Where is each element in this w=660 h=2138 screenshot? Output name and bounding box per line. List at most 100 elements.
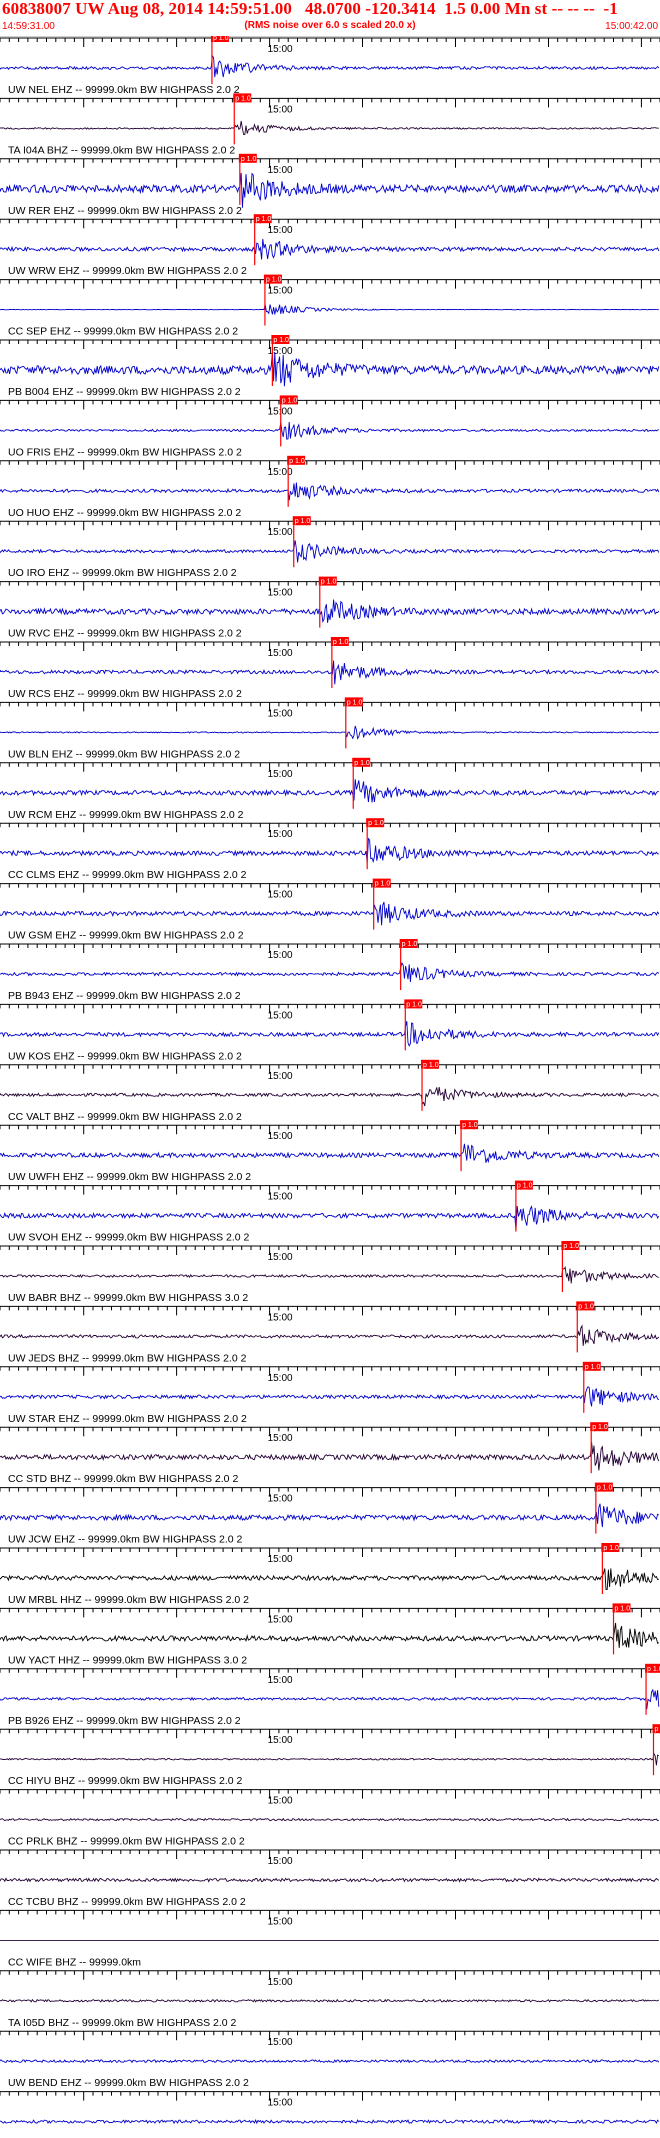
tick-label-1500: 15:00 [268, 1614, 293, 1625]
header-bar: 60838007 UW Aug 08, 2014 14:59:51.00 48.… [0, 0, 660, 37]
station-label: UO IRO EHZ -- 99999.0km BW HIGHPASS 2.0 … [8, 567, 237, 579]
station-label: UW YACT HHZ -- 99999.0km BW HIGHPASS 3.0… [8, 1654, 247, 1666]
trace-row: 15:00 UW NEL EHZ -- 99999.0km BW HIGHPASS… [0, 36, 660, 96]
station-label: UW UWFH EHZ -- 99999.0km BW HIGHPASS 2.0… [8, 1171, 251, 1183]
trace-row: 15:00 UO IRO EHZ -- 99999.0km BW HIGHPASS… [0, 516, 660, 579]
waveform-line [0, 1205, 660, 1231]
pick-label: p 1.0 [333, 639, 349, 646]
station-label: UO FRIS EHZ -- 99999.0km BW HIGHPASS 2.0… [8, 446, 242, 458]
pick-label: p 1.0 [282, 397, 298, 404]
time-ticks [0, 1306, 660, 1316]
waveform-line [0, 54, 660, 78]
time-ticks [0, 1789, 660, 1799]
station-label: UW MRBL HHZ -- 99999.0km BW HIGHPASS 2.0… [8, 1594, 249, 1606]
station-label: CC STD BHZ -- 99999.0km BW HIGHPASS 2.0 … [8, 1473, 238, 1485]
station-label: UW JEDS BHZ -- 99999.0km BW HIGHPASS 2.0… [8, 1352, 247, 1364]
waveform-line [0, 599, 660, 623]
waveform-line [0, 1386, 660, 1407]
pick-label: p 1.0 [615, 1605, 631, 1612]
time-ticks [0, 158, 660, 168]
tick-label-1500: 15:00 [268, 1916, 293, 1927]
waveform-line [0, 1877, 660, 1883]
station-label: CC SEP EHZ -- 99999.0km BW HIGHPASS 2.0 … [8, 326, 238, 338]
trace-row: 15:00 UW STAR EHZ -- 99999.0km BW HIGHPAS… [0, 1361, 660, 1425]
tick-label-1500: 15:00 [268, 346, 293, 357]
time-ticks [0, 1548, 660, 1557]
pick-label: p 1.0 [375, 881, 391, 888]
station-label: UW BABR BHZ -- 99999.0km BW HIGHPASS 3.0… [8, 1292, 248, 1304]
waveform-line [0, 1143, 660, 1164]
trace-row: 15:00 CC TCBU BHZ -- 99999.0km BW HIGHPAS… [0, 1849, 660, 1908]
tick-label-1500: 15:00 [268, 1192, 293, 1203]
time-ticks [0, 1185, 660, 1195]
tick-label-1500: 15:00 [268, 1735, 293, 1746]
station-label: UO HUO EHZ -- 99999.0km BW HIGHPASS 2.0 … [8, 507, 241, 519]
tick-label-1500: 15:00 [268, 44, 293, 55]
waveform-line [0, 725, 659, 740]
waveform-line [0, 352, 660, 387]
time-ticks [0, 762, 660, 772]
tick-label-1500: 15:00 [268, 769, 293, 780]
tick-label-1500: 15:00 [268, 1071, 293, 1082]
waveform-line [0, 1324, 660, 1346]
trace-row: 15:00 CC HIYU BHZ -- 99999.0km BW HIGHPAS… [0, 1724, 660, 1787]
time-ticks [0, 460, 660, 470]
tick-label-1500: 15:00 [268, 467, 293, 478]
trace-row: 15:00 UW KOS EHZ -- 99999.0km BW HIGHPASS… [0, 999, 660, 1062]
pick-label: p 1.0 [368, 820, 384, 827]
pick-label: p 1.0 [592, 1424, 608, 1431]
noise-subtitle: (RMS noise over 6.0 s scaled 20.0 x) [244, 20, 416, 31]
station-label: CC VALT BHZ -- 99999.0km BW HIGHPASS 2.0… [8, 1111, 242, 1123]
waveform-line [0, 901, 660, 926]
station-label: TA I05D BHZ -- 99999.0km BW HIGHPASS 2.0… [8, 2017, 237, 2029]
time-ticks [0, 702, 660, 712]
waveform-line [0, 1568, 659, 1590]
trace-row: 15:00UW MOON EHZ -- 99999.0km BW HIGHPAS… [0, 2091, 660, 2138]
trace-row: 15:00 UW WRW EHZ -- 99999.0km BW HIGHPASS… [0, 214, 660, 277]
trace-row: 15:00 UW UWFH EHZ -- 99999.0km BW HIGHPAS… [0, 1120, 660, 1183]
waveform-line [0, 421, 659, 440]
trace-row: 15:00 UW RCM EHZ -- 99999.0km BW HIGHPASS… [0, 757, 660, 821]
tick-label-1500: 15:00 [268, 1252, 293, 1263]
time-end-label: 15:00:42.00 [605, 21, 658, 32]
pick-label: p 1.0 [563, 1243, 579, 1250]
time-ticks [0, 1427, 660, 1437]
waveform-line [0, 1503, 660, 1528]
tick-label-1500: 15:00 [268, 588, 293, 599]
waveform-line [0, 1021, 660, 1047]
trace-row: 15:00 UO HUO EHZ -- 99999.0km BW HIGHPASS… [0, 455, 660, 519]
time-ticks [0, 279, 660, 289]
station-label: TA I04A BHZ -- 99999.0km BW HIGHPASS 2.0… [8, 144, 235, 156]
station-label: UW NEL EHZ -- 99999.0km BW HIGHPASS 2.0 … [8, 84, 240, 96]
waveform-line [0, 779, 659, 803]
waveform-line [0, 2119, 660, 2125]
tick-label-1500: 15:00 [268, 2037, 293, 2048]
pick-label: p 1.0 [462, 1122, 478, 1129]
pick-label: p 1.0 [406, 1001, 422, 1008]
time-ticks [0, 2091, 660, 2101]
waveform-line [0, 172, 660, 208]
station-label: UW GSM EHZ -- 99999.0km BW HIGHPASS 2.0 … [8, 930, 244, 942]
station-label: UW WRW EHZ -- 99999.0km BW HIGHPASS 2.0 … [8, 265, 247, 277]
pick-label: p 1.0 [235, 95, 251, 102]
pick-label: p 1.0 [289, 458, 305, 465]
time-ticks [0, 1910, 660, 1920]
trace-row: 15:00 UW RER EHZ -- 99999.0km BW HIGHPASS… [0, 153, 660, 217]
time-ticks [0, 2031, 660, 2041]
station-label: UW RCS EHZ -- 99999.0km BW HIGHPASS 2.0 … [8, 688, 242, 700]
tick-label-1500: 15:00 [268, 1373, 293, 1384]
time-ticks [0, 1246, 660, 1255]
pick-label: p 1.0 [578, 1303, 594, 1310]
waveform-line [0, 1266, 659, 1284]
pick-label: p 1.0 [402, 941, 418, 948]
waveform-line [0, 961, 660, 983]
time-ticks [0, 1668, 660, 1678]
station-label: CC PRLK BHZ -- 99999.0km BW HIGHPASS 2.0… [8, 1836, 245, 1848]
waveform-line [0, 1087, 659, 1107]
trace-row: 15:00 CC CLMS EHZ -- 99999.0km BW HIGHPAS… [0, 818, 660, 881]
waveform-line [0, 1817, 659, 1822]
time-ticks [0, 340, 660, 349]
pick-label: p 1.0 [321, 579, 337, 586]
tick-label-1500: 15:00 [268, 1675, 293, 1686]
pick-label: p 1.0 [423, 1062, 439, 1069]
